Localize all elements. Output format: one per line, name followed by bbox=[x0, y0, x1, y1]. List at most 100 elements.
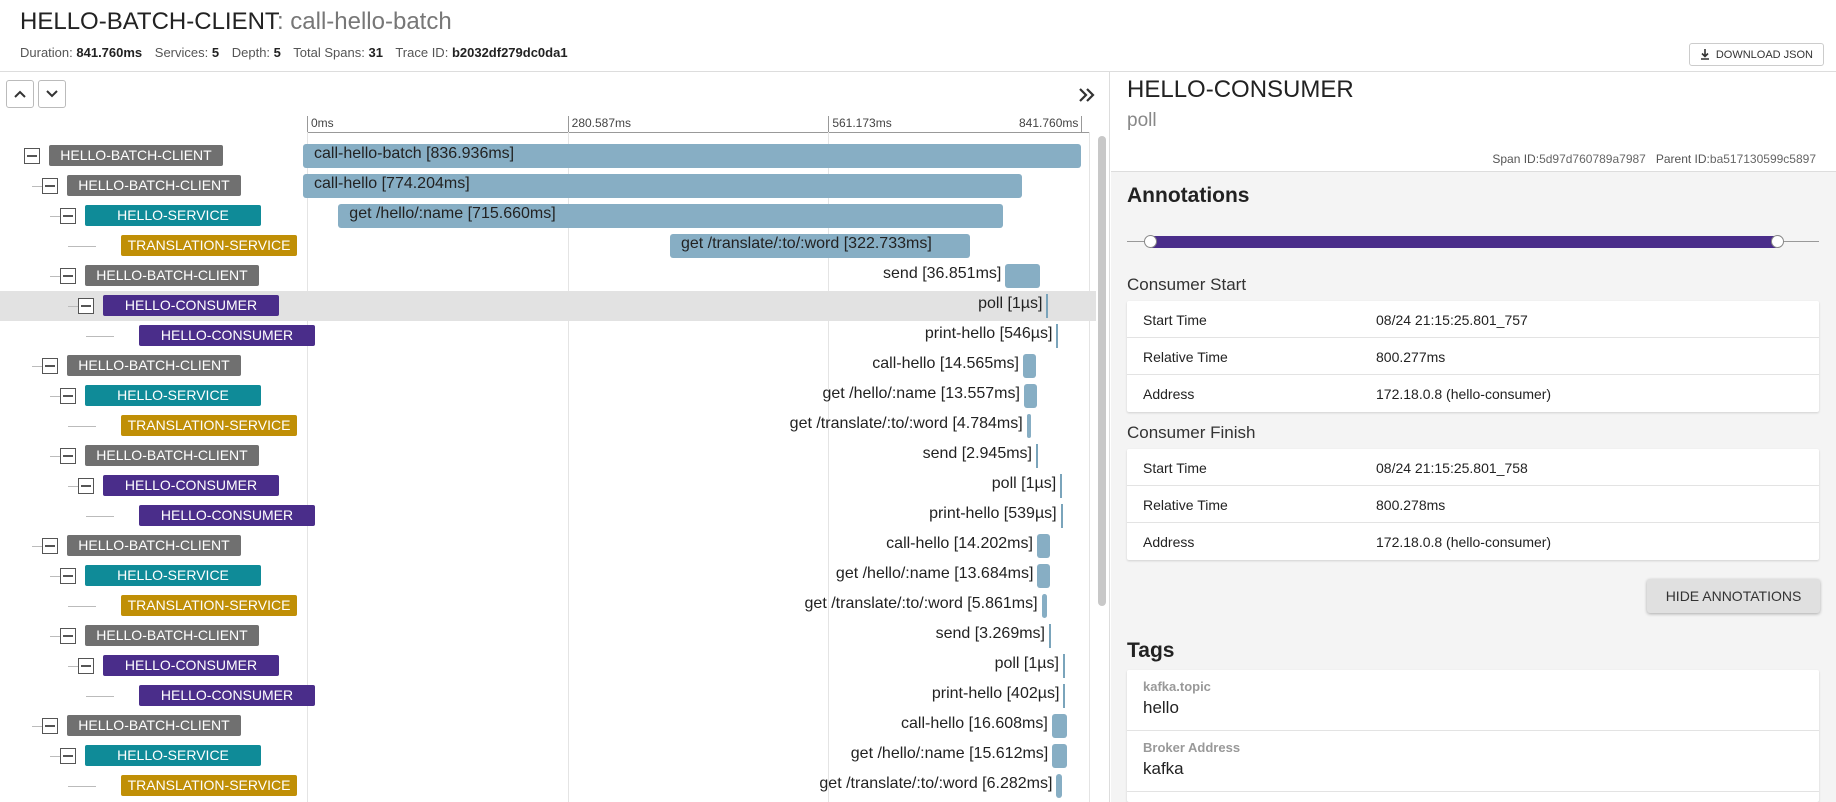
span-row[interactable]: HELLO-CONSUMER print-hello [402µs] bbox=[0, 681, 1096, 711]
collapse-toggle-icon[interactable] bbox=[24, 148, 40, 164]
span-id-label: Span ID: bbox=[1492, 152, 1540, 166]
annotation-end-marker[interactable] bbox=[1771, 235, 1784, 248]
span-duration-bar[interactable] bbox=[1056, 324, 1059, 348]
span-duration-bar[interactable] bbox=[1063, 684, 1066, 708]
span-duration-bar[interactable] bbox=[1022, 354, 1037, 378]
service-badge[interactable]: HELLO-CONSUMER bbox=[139, 685, 315, 706]
span-row[interactable]: HELLO-BATCH-CLIENT call-hello [16.608ms] bbox=[0, 711, 1096, 741]
service-badge[interactable]: TRANSLATION-SERVICE bbox=[121, 235, 297, 256]
service-badge[interactable]: HELLO-CONSUMER bbox=[139, 325, 315, 346]
annotation-value: 08/24 21:15:25.801_757 bbox=[1376, 312, 1528, 328]
span-name: poll bbox=[994, 655, 1020, 672]
span-row[interactable]: HELLO-SERVICE get /hello/:name [13.557ms] bbox=[0, 381, 1096, 411]
collapse-toggle-icon[interactable] bbox=[60, 448, 76, 464]
span-duration-bar[interactable] bbox=[1060, 504, 1063, 528]
collapse-toggle-icon[interactable] bbox=[42, 178, 58, 194]
service-badge[interactable]: HELLO-CONSUMER bbox=[103, 655, 279, 676]
collapse-toggle-icon[interactable] bbox=[60, 568, 76, 584]
expand-all-button[interactable] bbox=[38, 80, 66, 108]
span-name: send bbox=[935, 625, 971, 642]
collapse-toggle-icon[interactable] bbox=[42, 718, 58, 734]
span-id-value: 5d97d760789a7987 bbox=[1539, 152, 1646, 166]
span-row[interactable]: TRANSLATION-SERVICE get /translate/:to/:w… bbox=[0, 771, 1096, 801]
span-row[interactable]: HELLO-SERVICE get /hello/:name [715.660ms… bbox=[0, 201, 1096, 231]
span-row[interactable]: HELLO-CONSUMER poll [1µs] bbox=[0, 291, 1096, 321]
service-badge[interactable]: HELLO-BATCH-CLIENT bbox=[67, 355, 241, 376]
collapse-toggle-icon[interactable] bbox=[42, 538, 58, 554]
span-duration-bar[interactable] bbox=[1023, 384, 1037, 408]
service-badge[interactable]: HELLO-BATCH-CLIENT bbox=[67, 535, 241, 556]
service-badge[interactable]: HELLO-BATCH-CLIENT bbox=[49, 145, 223, 166]
span-duration-bar[interactable] bbox=[1052, 744, 1067, 768]
span-duration-bar[interactable] bbox=[1036, 534, 1051, 558]
service-badge[interactable]: HELLO-CONSUMER bbox=[139, 505, 315, 526]
service-badge[interactable]: TRANSLATION-SERVICE bbox=[121, 775, 297, 796]
span-duration-bar[interactable] bbox=[1046, 294, 1049, 318]
service-badge[interactable]: HELLO-BATCH-CLIENT bbox=[67, 175, 241, 196]
span-row[interactable]: HELLO-BATCH-CLIENT send [36.851ms] bbox=[0, 261, 1096, 291]
span-duration-bar[interactable] bbox=[1056, 774, 1063, 798]
service-badge[interactable]: HELLO-BATCH-CLIENT bbox=[85, 265, 259, 286]
span-row[interactable]: HELLO-SERVICE get /hello/:name [13.684ms] bbox=[0, 561, 1096, 591]
expand-detail-panel-button[interactable] bbox=[1074, 84, 1100, 106]
hide-annotations-button[interactable]: HIDE ANNOTATIONS bbox=[1647, 579, 1820, 613]
collapse-toggle-icon[interactable] bbox=[60, 208, 76, 224]
span-row[interactable]: HELLO-CONSUMER poll [1µs] bbox=[0, 651, 1096, 681]
span-label: call-hello [14.202ms] bbox=[886, 535, 1033, 553]
span-row[interactable]: HELLO-SERVICE get /hello/:name [15.612ms] bbox=[0, 741, 1096, 771]
collapse-toggle-icon[interactable] bbox=[60, 628, 76, 644]
span-label: get /hello/:name [13.557ms] bbox=[822, 385, 1019, 403]
span-duration-bar[interactable] bbox=[1062, 654, 1065, 678]
stat-services-label: Services: bbox=[154, 45, 209, 60]
service-badge[interactable]: HELLO-SERVICE bbox=[85, 565, 261, 586]
span-duration-bar[interactable] bbox=[1005, 264, 1040, 288]
service-badge[interactable]: HELLO-SERVICE bbox=[85, 745, 261, 766]
collapse-toggle-icon[interactable] bbox=[78, 298, 94, 314]
span-duration-bar[interactable] bbox=[1026, 414, 1032, 438]
service-badge[interactable]: TRANSLATION-SERVICE bbox=[121, 595, 297, 616]
span-duration-bar[interactable] bbox=[1051, 714, 1068, 738]
span-row[interactable]: TRANSLATION-SERVICE get /translate/:to/:w… bbox=[0, 591, 1096, 621]
timeline-scrollbar[interactable] bbox=[1098, 136, 1106, 606]
tree-connector bbox=[86, 696, 114, 697]
collapse-toggle-icon[interactable] bbox=[78, 658, 94, 674]
span-row[interactable]: HELLO-BATCH-CLIENT send [2.945ms] bbox=[0, 441, 1096, 471]
annotation-value: 172.18.0.8 (hello-consumer) bbox=[1376, 386, 1552, 402]
annotation-row: Relative Time 800.277ms bbox=[1127, 338, 1819, 375]
span-row[interactable]: HELLO-CONSUMER poll [1µs] bbox=[0, 471, 1096, 501]
download-json-button[interactable]: DOWNLOAD JSON bbox=[1688, 43, 1824, 66]
service-badge[interactable]: HELLO-BATCH-CLIENT bbox=[85, 445, 259, 466]
service-badge[interactable]: TRANSLATION-SERVICE bbox=[121, 415, 297, 436]
service-badge[interactable]: HELLO-CONSUMER bbox=[103, 295, 279, 316]
span-name: poll bbox=[978, 295, 1003, 312]
span-row[interactable]: HELLO-BATCH-CLIENT call-hello [14.202ms] bbox=[0, 531, 1096, 561]
span-duration: [2.945ms] bbox=[961, 445, 1032, 462]
collapse-toggle-icon[interactable] bbox=[60, 388, 76, 404]
span-row[interactable]: TRANSLATION-SERVICE get /translate/:to/:w… bbox=[0, 231, 1096, 261]
span-name: call-hello bbox=[886, 535, 950, 552]
timeline-axis bbox=[307, 132, 1089, 133]
span-row[interactable]: HELLO-BATCH-CLIENT call-hello-batch [836.… bbox=[0, 141, 1096, 171]
service-badge[interactable]: HELLO-CONSUMER bbox=[103, 475, 279, 496]
service-badge[interactable]: HELLO-BATCH-CLIENT bbox=[67, 715, 241, 736]
collapse-toggle-icon[interactable] bbox=[42, 358, 58, 374]
span-row[interactable]: HELLO-CONSUMER print-hello [539µs] bbox=[0, 501, 1096, 531]
service-badge[interactable]: HELLO-BATCH-CLIENT bbox=[85, 625, 259, 646]
collapse-toggle-icon[interactable] bbox=[60, 748, 76, 764]
collapse-all-button[interactable] bbox=[6, 80, 34, 108]
span-row[interactable]: HELLO-BATCH-CLIENT call-hello [14.565ms] bbox=[0, 351, 1096, 381]
collapse-toggle-icon[interactable] bbox=[60, 268, 76, 284]
collapse-toggle-icon[interactable] bbox=[78, 478, 94, 494]
annotation-start-marker[interactable] bbox=[1144, 235, 1157, 248]
span-row[interactable]: HELLO-CONSUMER print-hello [546µs] bbox=[0, 321, 1096, 351]
span-row[interactable]: HELLO-BATCH-CLIENT call-hello [774.204ms] bbox=[0, 171, 1096, 201]
span-row[interactable]: HELLO-BATCH-CLIENT send [3.269ms] bbox=[0, 621, 1096, 651]
service-badge[interactable]: HELLO-SERVICE bbox=[85, 385, 261, 406]
service-badge[interactable]: HELLO-SERVICE bbox=[85, 205, 261, 226]
span-duration-bar[interactable] bbox=[1041, 594, 1047, 618]
span-duration-bar[interactable] bbox=[1037, 564, 1051, 588]
span-duration-bar[interactable] bbox=[1060, 474, 1063, 498]
span-duration-bar[interactable] bbox=[1035, 444, 1038, 468]
span-duration-bar[interactable] bbox=[1048, 624, 1051, 648]
span-row[interactable]: TRANSLATION-SERVICE get /translate/:to/:w… bbox=[0, 411, 1096, 441]
